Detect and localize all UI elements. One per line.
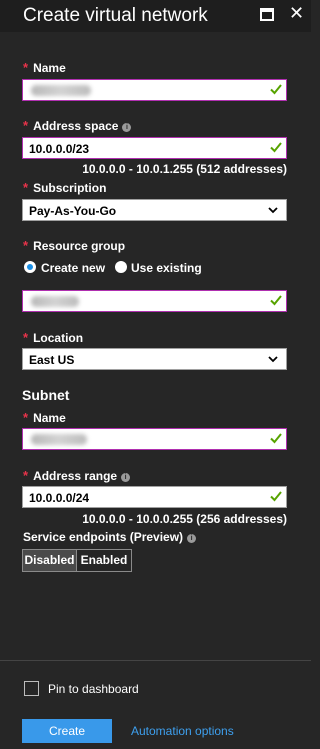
info-icon[interactable]: i bbox=[187, 534, 197, 543]
required-asterisk: * bbox=[23, 118, 29, 133]
location-label: * Location bbox=[23, 330, 84, 345]
redacted-value bbox=[31, 296, 79, 307]
check-icon bbox=[270, 142, 282, 153]
name-label: * Name bbox=[23, 60, 66, 75]
required-asterisk: * bbox=[23, 238, 29, 253]
location-select[interactable]: East US bbox=[22, 348, 287, 370]
subnet-name-input[interactable] bbox=[22, 428, 287, 450]
redacted-value bbox=[31, 434, 87, 445]
required-asterisk: * bbox=[23, 180, 29, 195]
redacted-value bbox=[31, 85, 91, 96]
blade-title: Create virtual network bbox=[23, 5, 208, 26]
create-new-label: Create new bbox=[41, 261, 106, 275]
subnet-name-label: * Name bbox=[23, 410, 66, 425]
subscription-value: Pay-As-You-Go bbox=[29, 204, 117, 218]
location-value: East US bbox=[29, 353, 75, 367]
address-space-range: 10.0.0.0 - 10.0.1.255 (512 addresses) bbox=[82, 162, 287, 176]
blade-header: Create virtual network ✕ bbox=[0, 0, 311, 32]
address-range-input[interactable]: 10.0.0.0/24 bbox=[22, 486, 287, 508]
subnet-heading: Subnet bbox=[22, 387, 70, 403]
required-asterisk: * bbox=[23, 468, 29, 483]
check-icon bbox=[270, 433, 282, 444]
automation-options-link[interactable]: Automation options bbox=[131, 724, 234, 738]
pin-to-dashboard-checkbox[interactable] bbox=[24, 681, 39, 696]
check-icon bbox=[270, 84, 282, 95]
resource-group-input[interactable] bbox=[22, 290, 287, 312]
create-new-radio[interactable] bbox=[24, 261, 36, 273]
service-endpoints-label: Service endpoints (Preview) i bbox=[23, 530, 197, 544]
check-icon bbox=[270, 491, 282, 502]
use-existing-label: Use existing bbox=[131, 261, 202, 275]
maximize-icon[interactable] bbox=[260, 8, 274, 21]
disabled-toggle[interactable]: Disabled bbox=[22, 549, 77, 572]
subscription-select[interactable]: Pay-As-You-Go bbox=[22, 199, 287, 221]
subscription-label: * Subscription bbox=[23, 180, 107, 195]
pin-to-dashboard-label: Pin to dashboard bbox=[48, 682, 139, 696]
info-icon[interactable]: i bbox=[122, 123, 132, 132]
check-icon bbox=[270, 295, 282, 306]
footer-divider bbox=[0, 660, 311, 661]
address-space-label: * Address space i bbox=[23, 118, 132, 133]
info-icon[interactable]: i bbox=[121, 473, 131, 482]
chevron-down-icon bbox=[268, 356, 278, 363]
address-range-summary: 10.0.0.0 - 10.0.0.255 (256 addresses) bbox=[82, 512, 287, 526]
name-input[interactable] bbox=[22, 79, 287, 101]
chevron-down-icon bbox=[268, 207, 278, 214]
create-button[interactable]: Create bbox=[22, 719, 112, 743]
address-range-value: 10.0.0.0/24 bbox=[29, 491, 90, 505]
close-icon[interactable]: ✕ bbox=[289, 4, 304, 22]
required-asterisk: * bbox=[23, 60, 29, 75]
required-asterisk: * bbox=[23, 410, 29, 425]
enabled-toggle[interactable]: Enabled bbox=[77, 549, 132, 572]
use-existing-radio[interactable] bbox=[115, 261, 127, 273]
resource-group-label: * Resource group bbox=[23, 238, 126, 253]
required-asterisk: * bbox=[23, 330, 29, 345]
address-space-input[interactable]: 10.0.0.0/23 bbox=[22, 137, 287, 159]
address-range-label: * Address range i bbox=[23, 468, 131, 483]
address-space-value: 10.0.0.0/23 bbox=[29, 142, 90, 156]
